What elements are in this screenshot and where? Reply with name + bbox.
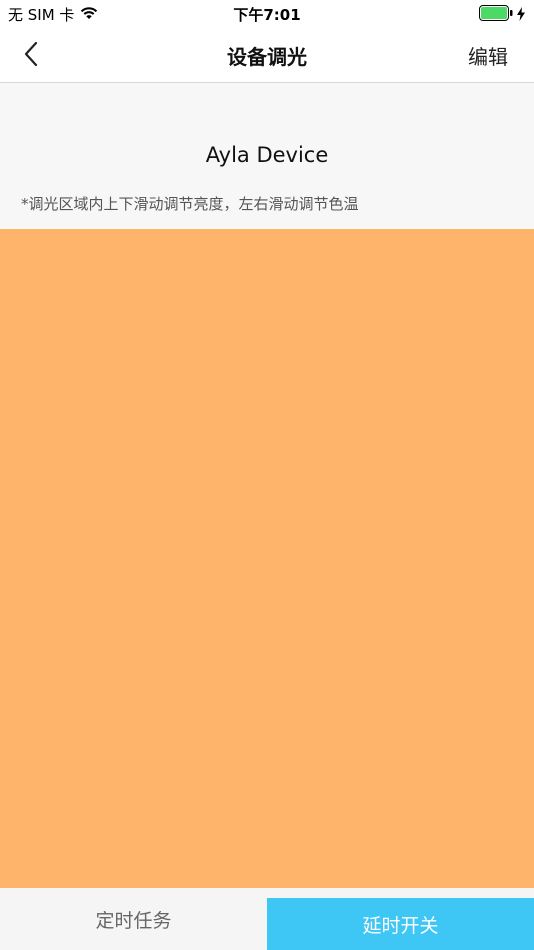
screen: 无 SIM 卡 下午7:01 设备调光 编辑 Ayla Device *调光区域… [0, 0, 534, 950]
edit-button[interactable]: 编辑 [468, 41, 508, 70]
status-right [479, 5, 526, 25]
dimming-hint: *调光区域内上下滑动调节亮度，左右滑动调节色温 [21, 195, 359, 213]
nav-bar: 设备调光 编辑 [0, 28, 534, 83]
delay-switch-button[interactable]: 延时开关 [267, 898, 534, 950]
status-time: 下午7:01 [233, 6, 301, 24]
bottom-gap [267, 888, 534, 898]
device-info: Ayla Device *调光区域内上下滑动调节亮度，左右滑动调节色温 [0, 83, 534, 229]
timer-task-button[interactable]: 定时任务 [0, 888, 267, 950]
bolt-icon [516, 6, 526, 25]
battery-icon [479, 5, 513, 25]
page-title: 设备调光 [227, 45, 307, 69]
device-name: Ayla Device [205, 143, 329, 167]
dimming-pad[interactable] [0, 229, 534, 888]
delay-switch-label: 延时开关 [362, 914, 439, 937]
timer-task-label: 定时任务 [95, 909, 172, 932]
status-bar: 无 SIM 卡 下午7:01 [0, 0, 534, 28]
